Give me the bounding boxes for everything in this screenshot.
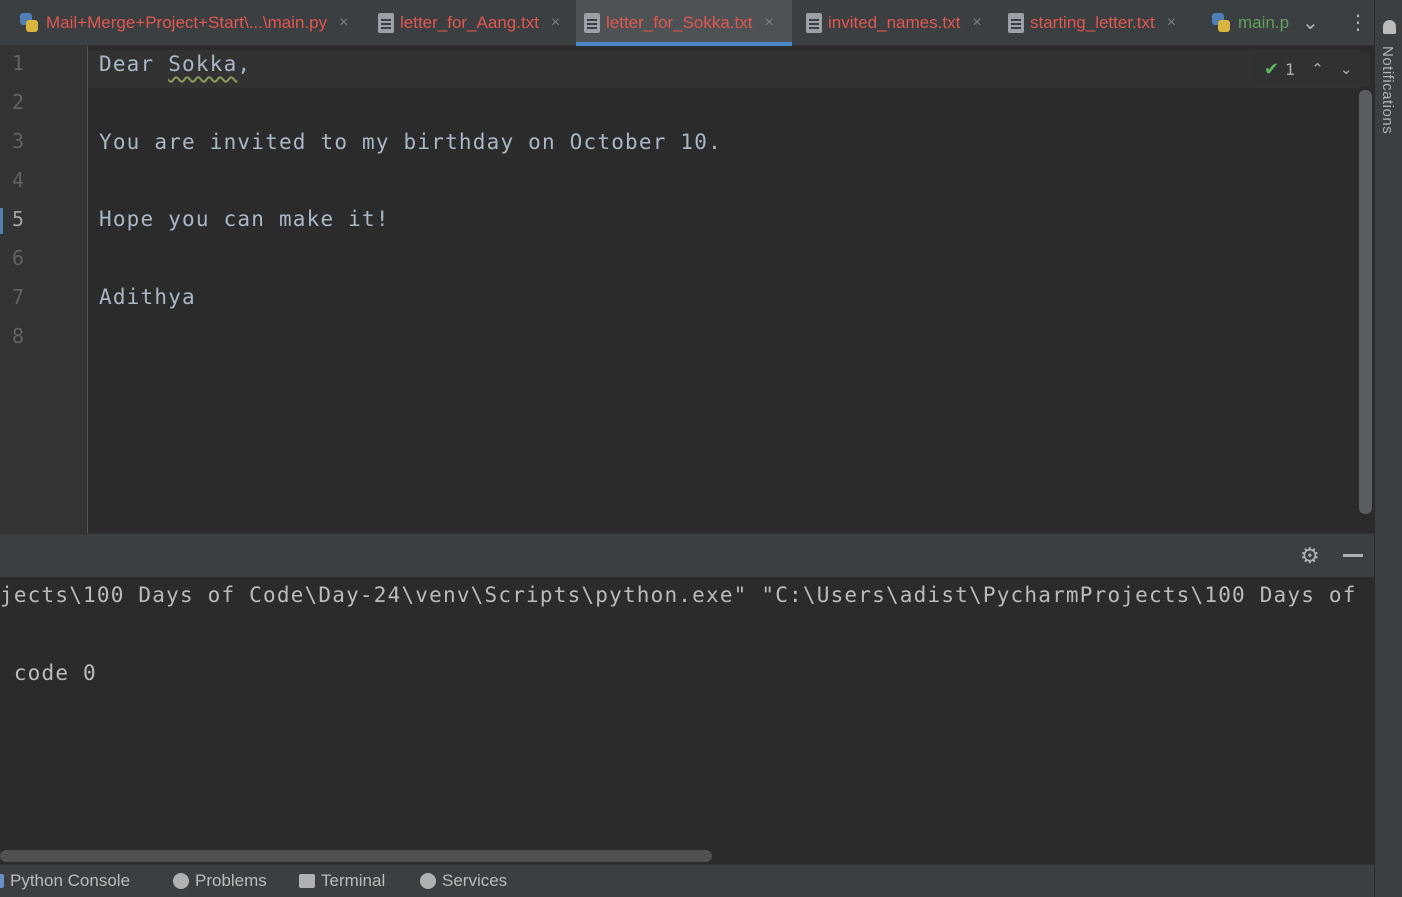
vertical-scrollbar[interactable] xyxy=(1359,90,1372,514)
more-vertical-icon[interactable]: ⋮ xyxy=(1348,10,1368,34)
tab-label: invited_names.txt xyxy=(828,13,961,32)
python-console-icon xyxy=(0,874,4,888)
console-line: jects\100 Days of Code\Day-24\venv\Scrip… xyxy=(0,583,1357,607)
line-number: 6 xyxy=(12,246,25,270)
tool-window-bar: Python Console Problems Terminal Service… xyxy=(0,864,1374,897)
text-editor[interactable]: 1 2 3 4 5 6 7 8 Dear Sokka, You are invi… xyxy=(0,46,1374,533)
line-number: 8 xyxy=(12,324,25,348)
line-number: 1 xyxy=(12,51,25,75)
tool-label: Terminal xyxy=(321,871,386,890)
horizontal-scrollbar[interactable] xyxy=(0,850,712,862)
code-line-1[interactable]: Dear Sokka, xyxy=(99,52,251,76)
current-line-highlight xyxy=(88,50,1360,88)
tab-letter-for-aang[interactable]: letter_for_Aang.txt × xyxy=(370,0,574,46)
line-number: 4 xyxy=(12,168,25,192)
problems-icon xyxy=(173,873,189,889)
close-icon[interactable]: × xyxy=(972,14,981,32)
chevron-up-icon[interactable]: ⌃ xyxy=(1311,60,1324,78)
tab-label: main.p xyxy=(1238,13,1290,32)
tab-invited-names[interactable]: invited_names.txt × xyxy=(798,0,998,46)
tool-label: Problems xyxy=(195,871,267,890)
line-number: 7 xyxy=(12,285,25,309)
minimize-icon[interactable] xyxy=(1343,554,1363,557)
line-number-gutter: 1 2 3 4 5 6 7 8 xyxy=(0,46,88,533)
code-text: , xyxy=(237,52,252,76)
code-line-3[interactable]: You are invited to my birthday on Octobe… xyxy=(99,130,722,154)
tab-label: Mail+Merge+Project+Start\...\main.py xyxy=(46,13,328,32)
tab-letter-for-sokka[interactable]: letter_for_Sokka.txt × xyxy=(576,0,792,46)
bell-icon[interactable] xyxy=(1383,20,1396,34)
chevron-down-icon[interactable]: ⌄ xyxy=(1302,10,1319,34)
services-button[interactable]: Services xyxy=(420,871,507,891)
close-icon[interactable]: × xyxy=(1167,14,1176,32)
tab-label: starting_letter.txt xyxy=(1030,13,1155,32)
close-icon[interactable]: × xyxy=(764,14,773,32)
inspection-widget[interactable]: ✔ 1 ⌃ ⌄ xyxy=(1254,52,1370,86)
code-line-5[interactable]: Hope you can make it! xyxy=(99,207,390,231)
terminal-button[interactable]: Terminal xyxy=(299,871,385,891)
current-line-marker xyxy=(0,208,3,234)
text-file-icon xyxy=(806,13,822,33)
editor-tab-bar: Mail+Merge+Project+Start\...\main.py × l… xyxy=(0,0,1374,46)
terminal-icon xyxy=(299,874,315,888)
text-file-icon xyxy=(584,13,600,33)
problems-button[interactable]: Problems xyxy=(173,871,267,891)
console-line: code 0 xyxy=(0,661,97,685)
line-number: 2 xyxy=(12,90,25,114)
text-file-icon xyxy=(378,13,394,33)
tab-label: letter_for_Aang.txt xyxy=(400,13,539,32)
python-file-icon xyxy=(18,12,40,34)
tab-label: letter_for_Sokka.txt xyxy=(606,13,753,32)
tab-starting-letter[interactable]: starting_letter.txt × xyxy=(1000,0,1198,46)
tab-main-py[interactable]: main.p xyxy=(1202,0,1294,46)
tool-label: Python Console xyxy=(10,871,131,890)
run-panel-header: ⚙ xyxy=(0,533,1374,577)
code-line-7[interactable]: Adithya xyxy=(99,285,196,309)
services-icon xyxy=(420,873,436,889)
text-file-icon xyxy=(1008,13,1024,33)
python-console-button[interactable]: Python Console xyxy=(0,871,130,891)
tool-label: Services xyxy=(442,871,508,890)
gear-icon[interactable]: ⚙ xyxy=(1300,544,1320,569)
tab-main-py-start[interactable]: Mail+Merge+Project+Start\...\main.py × xyxy=(10,0,366,46)
close-icon[interactable]: × xyxy=(551,14,560,32)
chevron-down-icon[interactable]: ⌄ xyxy=(1340,60,1353,78)
python-file-icon xyxy=(1210,12,1232,34)
check-icon: ✔ xyxy=(1264,58,1280,80)
line-number-current: 5 xyxy=(12,207,25,231)
inspection-count: 1 xyxy=(1285,59,1296,79)
code-text: Dear xyxy=(99,52,169,76)
right-tool-rail: Notifications xyxy=(1374,0,1402,897)
spelling-warning-word[interactable]: Sokka xyxy=(168,52,237,76)
close-icon[interactable]: × xyxy=(339,14,348,32)
run-console-output[interactable]: jects\100 Days of Code\Day-24\venv\Scrip… xyxy=(0,577,1374,864)
notifications-tab[interactable]: Notifications xyxy=(1379,46,1396,134)
line-number: 3 xyxy=(12,129,25,153)
